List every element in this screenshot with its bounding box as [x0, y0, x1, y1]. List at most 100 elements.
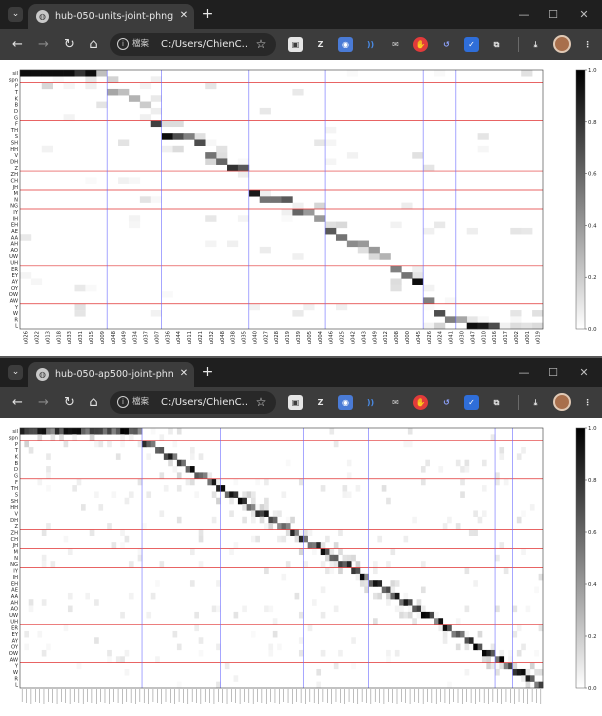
download-icon[interactable]: ⤓	[528, 37, 543, 52]
profile-avatar[interactable]	[553, 393, 571, 411]
heatmap-cell	[272, 618, 278, 625]
heatmap-cell	[63, 70, 75, 77]
forward-icon[interactable]: →	[35, 394, 52, 411]
z-extension-icon[interactable]: Z	[313, 395, 328, 410]
heatmap-cell	[211, 605, 217, 613]
row-tick-label: ER	[11, 267, 18, 273]
back-icon[interactable]: ←	[9, 36, 26, 53]
heatmap-cell	[281, 215, 293, 222]
extensions-puzzle-icon[interactable]: ⧉	[489, 37, 504, 52]
heatmap-cell	[495, 554, 500, 562]
heatmap-cell	[298, 548, 304, 556]
tab-close-icon[interactable]: ✕	[177, 367, 191, 381]
audio-extension-icon[interactable]: ))	[363, 37, 378, 52]
heatmap-cell	[159, 447, 165, 454]
check-extension-icon[interactable]: ✓	[464, 37, 479, 52]
home-icon[interactable]: ⌂	[85, 394, 102, 411]
address-bar[interactable]: i 檔案 C:/Users/ChienC... ☆	[110, 391, 276, 414]
heatmap-cell	[250, 630, 256, 638]
column-tick-label: u033	[67, 331, 73, 344]
reload-icon[interactable]: ↻	[61, 394, 78, 411]
info-icon[interactable]: i	[117, 38, 129, 50]
heatmap-cell	[386, 497, 391, 505]
mail-extension-icon[interactable]: ✉	[388, 37, 403, 52]
maximize-icon[interactable]: ☐	[545, 7, 561, 22]
heatmap-cell	[423, 164, 435, 172]
column-tick-label: u018	[56, 331, 62, 344]
tab-active[interactable]: ◍ hub-050-ap500-joint-phngrp. ✕	[28, 362, 194, 387]
heatmap-cell	[205, 158, 217, 165]
reload-icon[interactable]: ↻	[61, 36, 78, 53]
url-text[interactable]: C:/Users/ChienC...	[161, 37, 247, 52]
maximize-icon[interactable]: ☐	[545, 365, 561, 380]
heatmap-cell	[399, 599, 404, 606]
audio-extension-icon[interactable]: ))	[363, 395, 378, 410]
row-tick-label: CH	[10, 537, 18, 543]
window-extension-icon[interactable]: ▣	[288, 395, 303, 410]
heatmap-cell	[189, 453, 195, 460]
heatmap-cell	[390, 548, 396, 556]
heatmap-cell	[303, 303, 315, 311]
new-tab-button[interactable]: +	[199, 364, 216, 381]
heatmap-cell	[85, 70, 97, 77]
tab-search-button[interactable]: ⌄	[8, 365, 23, 380]
heatmap-cell	[63, 440, 69, 448]
tab-close-icon[interactable]: ✕	[177, 9, 191, 23]
heatmap-cell	[150, 95, 162, 102]
close-window-icon[interactable]: ✕	[576, 365, 592, 380]
row-tick-label: DH	[10, 159, 18, 165]
toolbar-divider	[518, 395, 519, 410]
heatmap-cell	[399, 611, 404, 619]
profile-avatar[interactable]	[553, 35, 571, 53]
menu-kebab-icon[interactable]: ⋮	[580, 395, 595, 410]
forward-icon[interactable]: →	[35, 36, 52, 53]
heatmap-cell	[172, 145, 184, 153]
z-extension-icon[interactable]: Z	[313, 37, 328, 52]
history-extension-icon[interactable]: ↺	[439, 395, 454, 410]
heatmap-cell	[423, 284, 435, 292]
tab-search-button[interactable]: ⌄	[8, 7, 23, 22]
extensions-puzzle-icon[interactable]: ⧉	[489, 395, 504, 410]
info-icon[interactable]: i	[117, 396, 129, 408]
heatmap-cell	[359, 580, 365, 587]
heatmap-cell	[316, 668, 322, 676]
home-icon[interactable]: ⌂	[85, 36, 102, 53]
tab-active[interactable]: ◍ hub-050-units-joint-phngrp.p ✕	[28, 4, 194, 29]
heatmap-cell	[150, 76, 162, 83]
back-icon[interactable]: ←	[9, 394, 26, 411]
capture-extension-icon[interactable]: ◉	[338, 395, 353, 410]
heatmap-cell	[155, 447, 160, 454]
bookmark-star-icon[interactable]: ☆	[253, 36, 269, 52]
heatmap-cell	[521, 548, 526, 556]
stop-extension-icon[interactable]: ✋	[413, 37, 428, 52]
heatmap-cell	[386, 599, 391, 606]
capture-extension-icon[interactable]: ◉	[338, 37, 353, 52]
mail-extension-icon[interactable]: ✉	[388, 395, 403, 410]
window-extension-icon[interactable]: ▣	[288, 37, 303, 52]
column-tick-label: u037	[143, 331, 149, 344]
minimize-icon[interactable]: —	[516, 7, 532, 22]
history-extension-icon[interactable]: ↺	[439, 37, 454, 52]
check-extension-icon[interactable]: ✓	[464, 395, 479, 410]
heatmap-cell	[316, 542, 322, 549]
heatmap-cell	[303, 561, 308, 568]
stop-extension-icon[interactable]: ✋	[413, 395, 428, 410]
heatmap-cell	[379, 253, 391, 260]
row-tick-label: L	[15, 683, 18, 689]
heatmap-cell	[268, 643, 274, 651]
new-tab-button[interactable]: +	[199, 6, 216, 23]
minimize-icon[interactable]: —	[516, 365, 532, 380]
download-icon[interactable]: ⤓	[528, 395, 543, 410]
heatmap-cell	[285, 516, 291, 524]
heatmap-cell	[335, 303, 348, 311]
heatmap-cell	[285, 561, 291, 568]
address-bar[interactable]: i 檔案 C:/Users/ChienC... ☆	[110, 33, 276, 56]
bookmark-star-icon[interactable]: ☆	[253, 394, 269, 410]
heatmap-cell	[150, 107, 162, 115]
close-window-icon[interactable]: ✕	[576, 7, 592, 22]
url-text[interactable]: C:/Users/ChienC...	[161, 395, 247, 410]
menu-kebab-icon[interactable]: ⋮	[580, 37, 595, 52]
heatmap-cell	[390, 278, 402, 285]
column-tick-label: u008	[394, 331, 400, 344]
heatmap-cell	[373, 561, 378, 568]
